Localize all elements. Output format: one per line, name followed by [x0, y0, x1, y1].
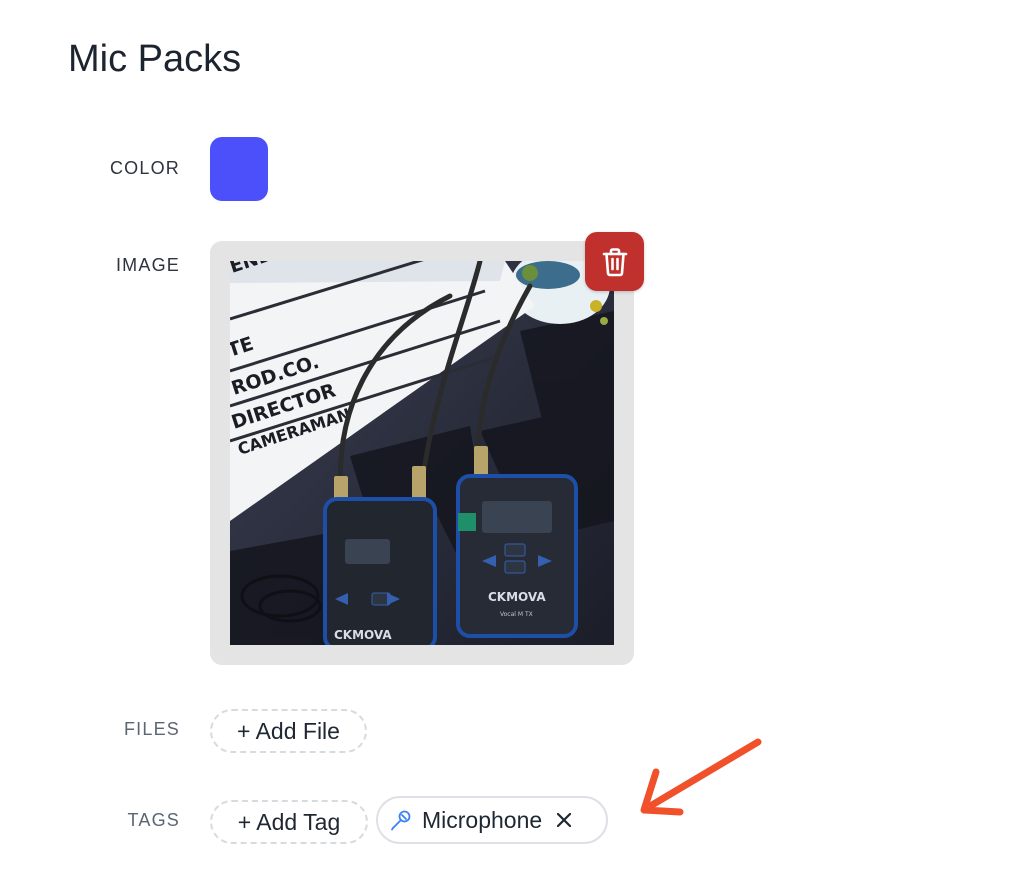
files-label: FILES — [123, 719, 180, 739]
add-tag-button[interactable]: + Add Tag — [210, 800, 368, 844]
page-title: Mic Packs — [68, 38, 242, 80]
tags-label: TAGS — [127, 810, 180, 830]
delete-image-button[interactable] — [585, 232, 644, 291]
color-swatch[interactable] — [210, 137, 268, 201]
right-mic-pack: CKMOVA Vocal M TX — [456, 474, 578, 638]
left-pack-brand: CKMOVA — [334, 628, 392, 642]
mic-packs-photo: END TE ROD.CO. DIRECTOR CAMERAMAN — [230, 261, 614, 645]
left-mic-pack: CKMOVA — [323, 497, 437, 645]
product-photo[interactable]: END TE ROD.CO. DIRECTOR CAMERAMAN — [230, 261, 614, 645]
image-preview-frame: END TE ROD.CO. DIRECTOR CAMERAMAN — [210, 241, 634, 665]
add-file-label: + Add File — [237, 717, 340, 744]
tag-chip-microphone[interactable]: Microphone — [376, 796, 608, 844]
right-pack-model: Vocal M TX — [500, 611, 533, 618]
trash-icon — [602, 247, 627, 276]
close-icon[interactable] — [556, 812, 572, 828]
microphone-icon — [390, 809, 412, 831]
add-tag-label: + Add Tag — [237, 808, 341, 835]
tag-label: Microphone — [422, 806, 543, 833]
image-label: IMAGE — [115, 255, 180, 275]
color-label: COLOR — [109, 158, 180, 178]
add-file-button[interactable]: + Add File — [210, 709, 367, 753]
right-pack-brand: CKMOVA — [488, 590, 546, 604]
